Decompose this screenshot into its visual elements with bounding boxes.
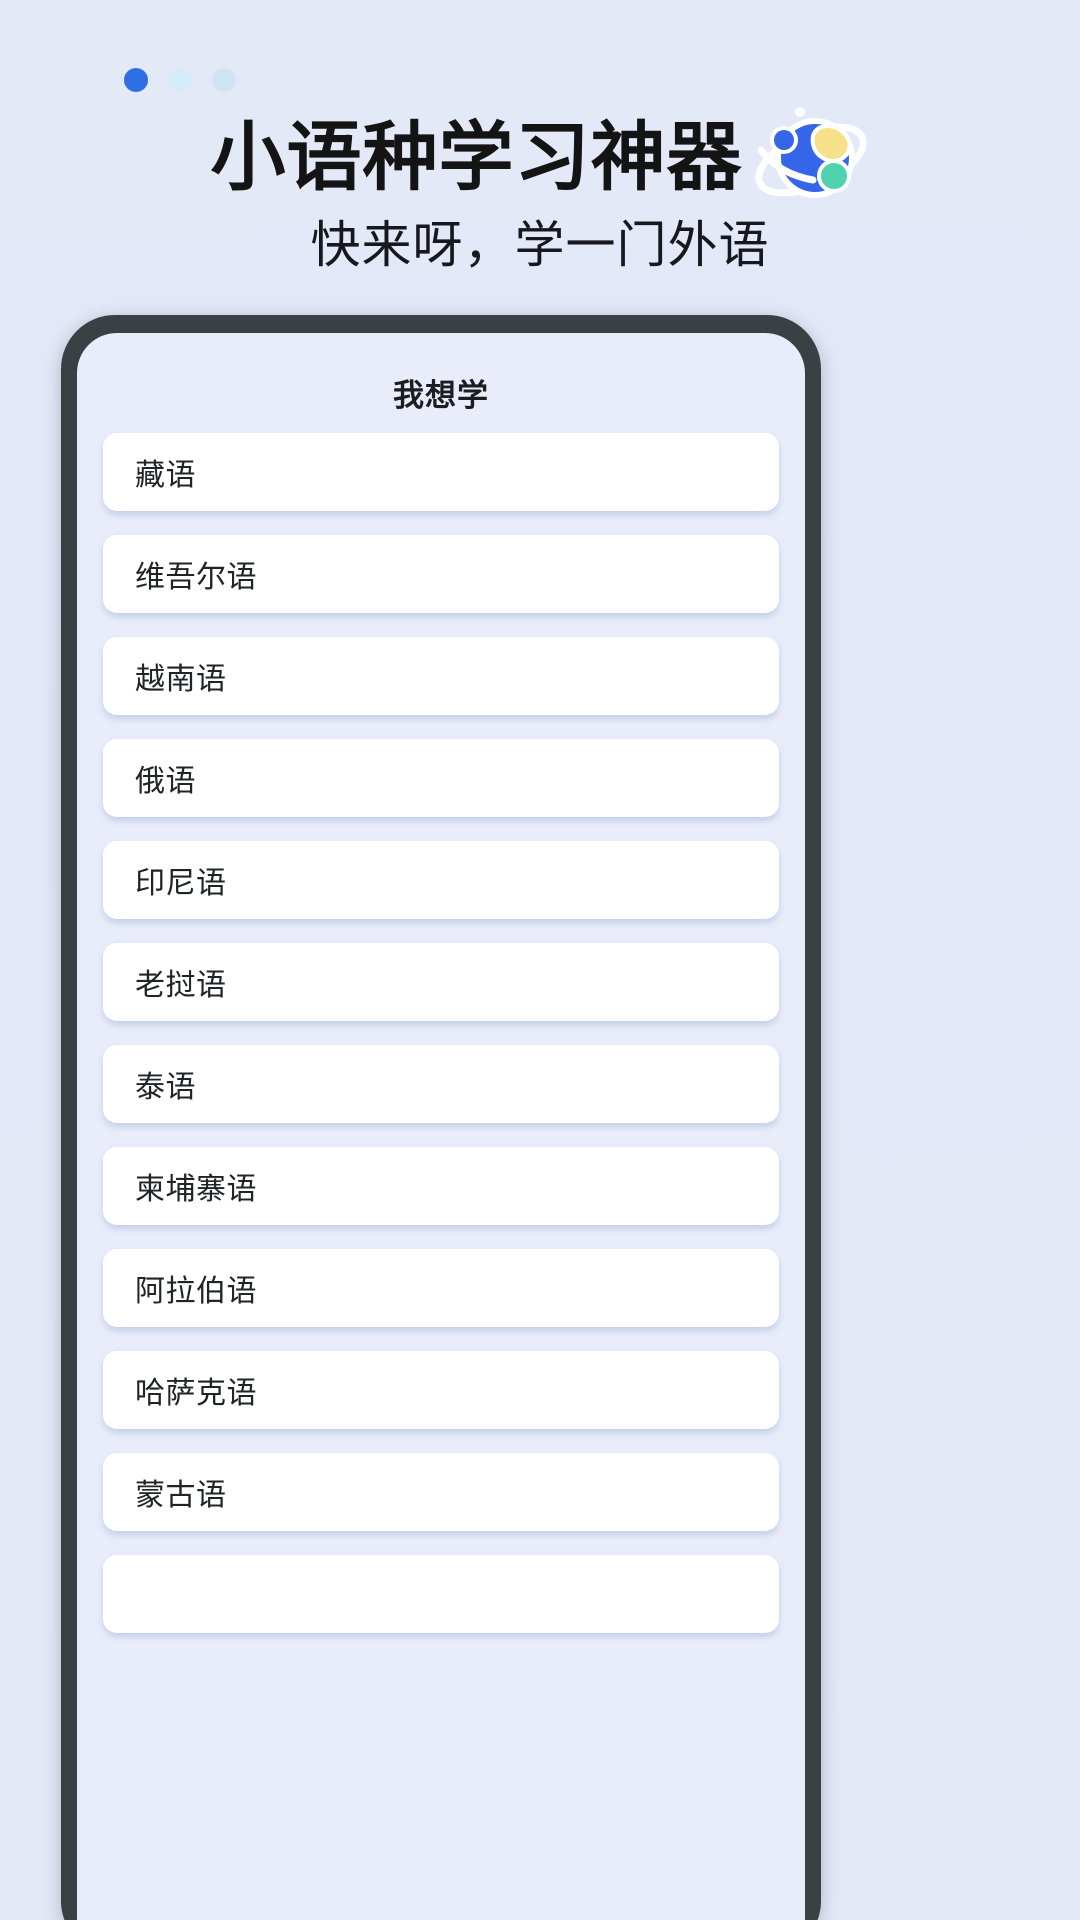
language-item[interactable]: 俄语: [103, 739, 779, 817]
phone-frame: 我想学 藏语维吾尔语越南语俄语印尼语老挝语泰语柬埔寨语阿拉伯语哈萨克语蒙古语: [61, 315, 821, 1920]
page-subtitle: 快来呀，学一门外语: [310, 217, 770, 273]
dot-inactive-1-icon: [168, 68, 192, 92]
language-item[interactable]: 越南语: [103, 637, 779, 715]
language-item-label: 哈萨克语: [135, 1377, 257, 1410]
page-title: 小语种学习神器: [210, 114, 743, 199]
language-item-label: 蒙古语: [135, 1479, 227, 1512]
language-item-label: 维吾尔语: [135, 561, 257, 594]
globe-planet-icon: [745, 98, 870, 210]
screen-title: 我想学: [393, 377, 489, 413]
language-item[interactable]: 老挝语: [103, 943, 779, 1021]
language-item[interactable]: 泰语: [103, 1045, 779, 1123]
language-item[interactable]: 哈萨克语: [103, 1351, 779, 1429]
language-list[interactable]: 藏语维吾尔语越南语俄语印尼语老挝语泰语柬埔寨语阿拉伯语哈萨克语蒙古语: [77, 417, 805, 1633]
dot-inactive-2-icon: [212, 68, 236, 92]
dot-active-icon: [124, 68, 148, 92]
language-item-label: 柬埔寨语: [135, 1173, 257, 1206]
language-item-label: 老挝语: [135, 969, 227, 1002]
language-item-label: 阿拉伯语: [135, 1275, 257, 1308]
language-item[interactable]: 维吾尔语: [103, 535, 779, 613]
language-item[interactable]: 藏语: [103, 433, 779, 511]
language-item[interactable]: 阿拉伯语: [103, 1249, 779, 1327]
decorative-dots: [124, 68, 236, 92]
language-item-label: 印尼语: [135, 867, 227, 900]
language-item[interactable]: 柬埔寨语: [103, 1147, 779, 1225]
headline-row: 小语种学习神器: [0, 104, 1080, 210]
phone-screen: 我想学 藏语维吾尔语越南语俄语印尼语老挝语泰语柬埔寨语阿拉伯语哈萨克语蒙古语: [77, 333, 805, 1920]
language-item-label: 越南语: [135, 663, 227, 696]
language-item[interactable]: 印尼语: [103, 841, 779, 919]
language-item[interactable]: 蒙古语: [103, 1453, 779, 1531]
language-item-label: 藏语: [135, 459, 196, 492]
language-item-label: 俄语: [135, 765, 196, 798]
app-promo-page: 小语种学习神器 快来呀，学一门外语 我想学 藏语 维吾尔语 越南语 俄语 印尼语…: [0, 0, 1080, 1920]
language-item[interactable]: [103, 1555, 779, 1633]
language-item-label: 泰语: [135, 1071, 196, 1104]
